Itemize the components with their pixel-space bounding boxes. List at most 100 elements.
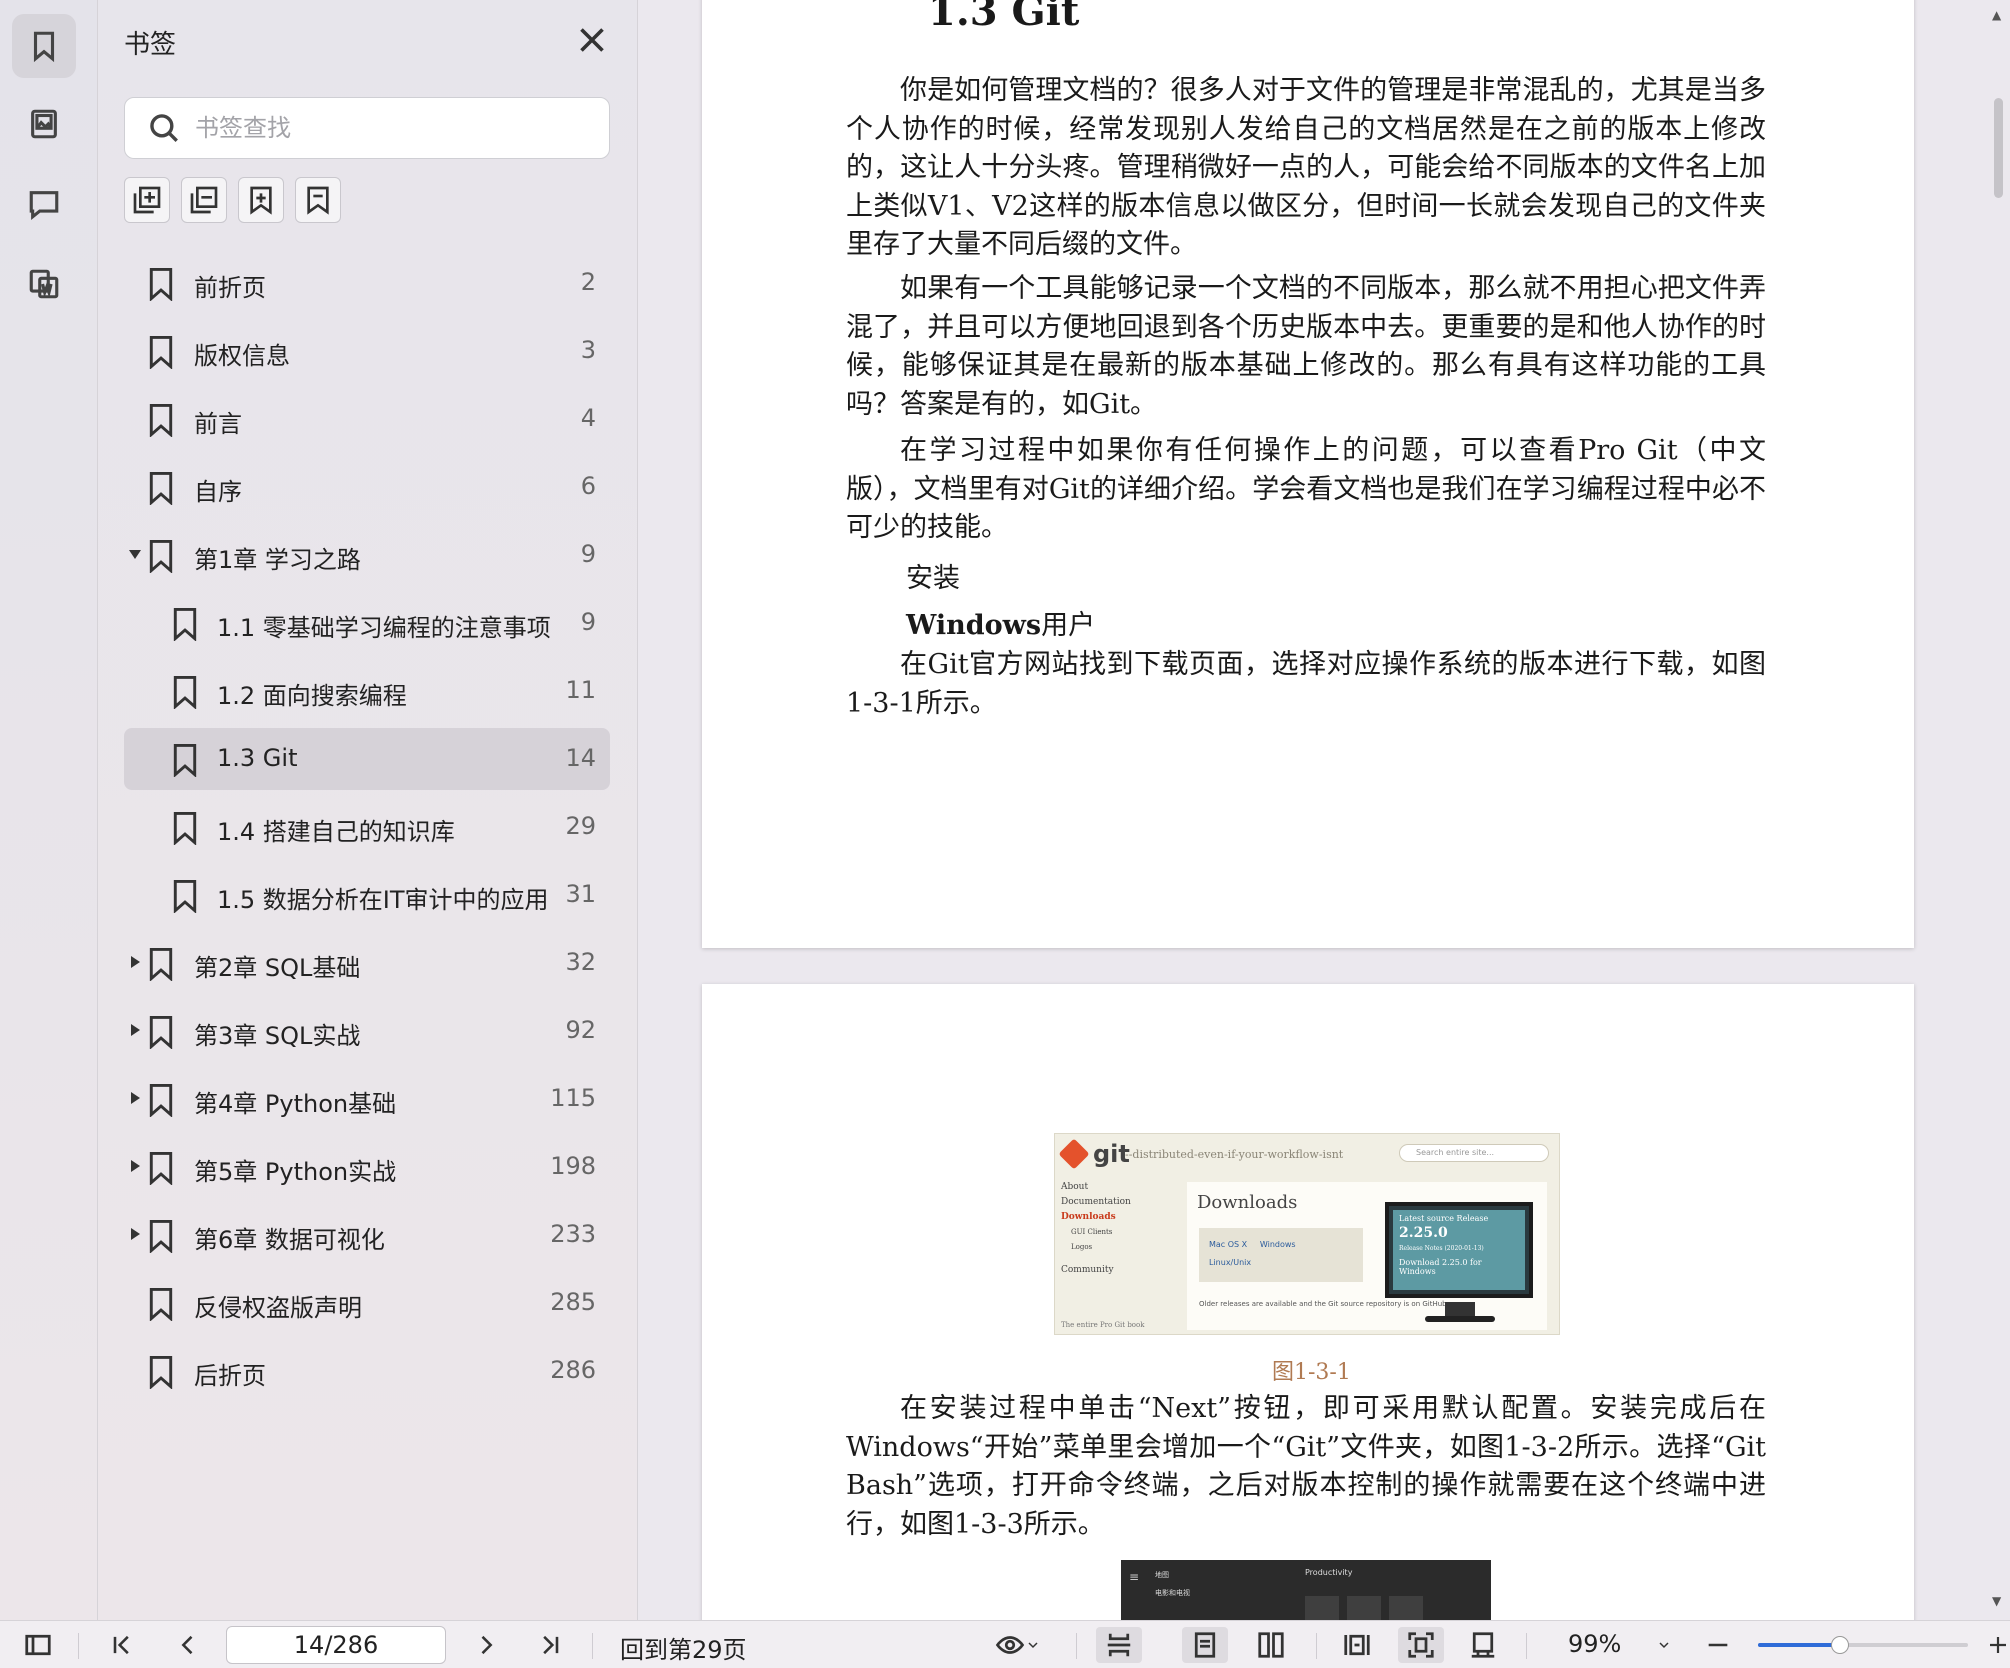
bookmark-item[interactable]: 后折页 286 [124,1340,610,1402]
bookmark-item[interactable]: 1.2 面向搜索编程 11 [124,660,610,722]
git-os-box: Mac OS X Windows Linux/Unix [1199,1228,1363,1282]
collapse-toggle-icon[interactable] [128,954,142,970]
bookmark-item[interactable]: 前折页 2 [124,252,610,314]
bookmark-search-input[interactable] [195,114,575,142]
chevron-down-icon [1659,1642,1669,1649]
fit-width-icon [1344,1634,1370,1656]
next-page-button[interactable] [468,1627,504,1663]
bookmark-item[interactable]: 反侵权盗版声明 285 [124,1272,610,1334]
reading-mode-button[interactable] [986,1627,1050,1663]
scroll-thumb[interactable] [1994,98,2003,198]
git-nav: About Documentation Downloads GUI Client… [1061,1180,1171,1334]
bookmark-page-number: 2 [580,268,596,296]
divider [1526,1633,1527,1659]
bookmark-item[interactable]: 版权信息 3 [124,320,610,382]
zoom-slider-knob[interactable] [1830,1636,1849,1654]
collapse-all-button[interactable] [181,177,227,223]
previous-page-button[interactable] [170,1627,206,1663]
bookmark-icon [170,607,200,642]
two-page-button[interactable] [1248,1627,1294,1663]
scroll-down-arrow[interactable]: ▼ [1992,1594,2001,1608]
bookmark-label: 第1章 学习之路 [194,546,361,574]
collapse-toggle-icon[interactable] [128,1090,142,1106]
first-page-button[interactable] [104,1627,140,1663]
convert-panel-button[interactable] [12,252,76,316]
git-nav-item: Logos [1071,1243,1093,1251]
bookmark-label: 第5章 Python实战 [194,1158,397,1186]
page-number-input[interactable] [226,1626,446,1664]
minus-icon [1708,1643,1728,1647]
continuous-scroll-button[interactable] [1096,1627,1142,1663]
side-rail [0,0,98,1620]
add-bookmark-button[interactable] [238,177,284,223]
bookmark-item[interactable]: 第4章 Python基础 115 [124,1068,610,1130]
paragraph: 在安装过程中单击“Next”按钮，即可采用默认配置。安装完成后在Windows“… [846,1393,1766,1540]
fit-width-button[interactable] [1334,1627,1380,1663]
scroll-up-arrow[interactable]: ▲ [1992,8,2001,22]
fit-page-button[interactable] [1398,1627,1444,1663]
figure-caption: 图1-3-1 [1272,1360,1351,1385]
bookmark-icon [146,1287,176,1322]
bookmark-page-number: 29 [565,812,596,840]
bookmark-icon [33,31,55,63]
paragraph: 如果有一个工具能够记录一个文档的不同版本，那么就不用担心把文件弄混了，并且可以方… [846,273,1766,420]
bookmark-item[interactable]: 自序 6 [124,456,610,518]
bookmark-label: 第3章 SQL实战 [194,1022,361,1050]
start-menu-list: 地图 电影和电视 [1155,1566,1190,1602]
bookmark-page-number: 233 [550,1220,596,1248]
bookmark-page-number: 198 [550,1152,596,1180]
bookmark-item[interactable]: 第5章 Python实战 198 [124,1136,610,1198]
bookmark-item[interactable]: 第1章 学习之路 9 [124,524,610,586]
git-nav-item: About [1061,1182,1089,1192]
bookmark-label: 1.4 搭建自己的知识库 [217,818,455,846]
bookmark-label: 前言 [194,410,242,438]
git-older-note: Older releases are available and the Git… [1199,1300,1449,1308]
zoom-in-button[interactable] [1986,1627,2010,1663]
bookmark-icon [170,811,200,846]
collapse-toggle-icon[interactable] [128,1226,142,1242]
thumbnail-panel-button[interactable] [12,92,76,156]
bookmark-outline-icon [307,186,329,215]
bookmark-item[interactable]: 1.4 搭建自己的知识库 29 [124,796,610,858]
release-version: 2.25.0 [1399,1225,1448,1241]
bookmark-icon [170,743,200,778]
single-page-icon [1194,1632,1216,1658]
rotate-page-button[interactable] [1460,1627,1506,1663]
single-page-button[interactable] [1182,1627,1228,1663]
bookmark-item[interactable]: 第2章 SQL基础 32 [124,932,610,994]
zoom-level[interactable]: 99% [1568,1630,1621,1658]
bookmark-panel-button[interactable] [12,14,76,78]
bookmark-page-number: 3 [580,336,596,364]
collapse-toggle-icon[interactable] [128,1158,142,1174]
bookmark-icon [170,675,200,710]
bookmark-icon [146,335,176,370]
git-nav-item: GUI Clients [1071,1228,1113,1236]
paragraph: 你是如何管理文档的？很多人对于文件的管理是非常混乱的，尤其是当多个人协作的时候，… [846,75,1766,260]
bookmark-icon [146,1015,176,1050]
collapse-toggle-icon[interactable] [128,1022,142,1038]
delete-bookmark-button[interactable] [295,177,341,223]
expand-toggle-icon[interactable] [128,546,142,562]
git-nav-item: Community [1061,1265,1114,1275]
git-nav-item: Downloads [1061,1212,1116,1222]
bookmark-item[interactable]: 1.3 Git 14 [124,728,610,790]
bookmark-item[interactable]: 前言 4 [124,388,610,450]
bookmark-icon [146,471,176,506]
vertical-scrollbar[interactable]: ▲ ▼ [1986,0,2010,1620]
goto-page-link[interactable]: 回到第29页 [620,1630,747,1665]
last-page-button[interactable] [532,1627,568,1663]
start-menu-item: 地图 [1155,1571,1169,1579]
bookmark-item[interactable]: 1.1 零基础学习编程的注意事项 9 [124,592,610,654]
zoom-slider[interactable] [1758,1636,1968,1654]
zoom-out-button[interactable] [1700,1627,1736,1663]
expand-all-button[interactable] [124,177,170,223]
bookmark-item[interactable]: 第3章 SQL实战 92 [124,1000,610,1062]
zoom-dropdown-button[interactable] [1650,1627,1678,1663]
bookmark-label: 版权信息 [194,342,290,370]
paragraph: 在学习过程中如果你有任何操作上的问题，可以查看Pro Git（中文版），文档里有… [846,435,1766,543]
close-panel-button[interactable] [574,22,610,58]
comment-panel-button[interactable] [12,172,76,236]
toggle-sidebar-button[interactable] [18,1627,58,1663]
bookmark-item[interactable]: 1.5 数据分析在IT审计中的应用 31 [124,864,610,926]
bookmark-item[interactable]: 第6章 数据可视化 233 [124,1204,610,1266]
